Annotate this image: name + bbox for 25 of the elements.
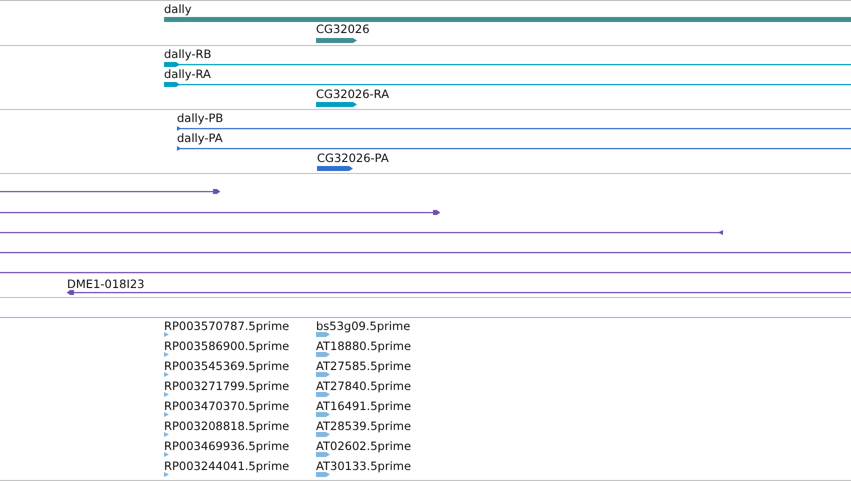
feature-label: AT18880.5prime bbox=[316, 339, 412, 353]
feature-label: RP003586900.5prime bbox=[164, 339, 290, 353]
feature-label: AT28539.5prime bbox=[316, 419, 412, 433]
feature-label: AT16491.5prime bbox=[316, 399, 412, 413]
feature-label: bs53g09.5prime bbox=[316, 319, 410, 333]
feature-label: dally-RB bbox=[164, 47, 212, 61]
feature-label: AT27585.5prime bbox=[316, 359, 412, 373]
feature-label: RP003545369.5prime bbox=[164, 359, 290, 373]
feature-label: RP003570787.5prime bbox=[164, 319, 290, 333]
feature-label: RP003470370.5prime bbox=[164, 399, 290, 413]
feature-label: CG32026-PA bbox=[317, 151, 389, 165]
feature-label: AT30133.5prime bbox=[316, 459, 412, 473]
feature-label: DME1-018I23 bbox=[67, 277, 144, 291]
feature-label: CG32026 bbox=[316, 22, 370, 36]
feature-label: RP003469936.5prime bbox=[164, 439, 290, 453]
feature-label: RP003271799.5prime bbox=[164, 379, 290, 393]
feature-label: RP003208818.5prime bbox=[164, 419, 290, 433]
feature-label: dally-RA bbox=[164, 67, 211, 81]
feature-label: dally-PB bbox=[177, 111, 224, 125]
feature-label: dally-PA bbox=[177, 131, 223, 145]
feature-label: dally bbox=[164, 2, 192, 16]
feature-label: AT02602.5prime bbox=[316, 439, 412, 453]
feature-label: CG32026-RA bbox=[316, 87, 390, 101]
feature-label: RP003244041.5prime bbox=[164, 459, 290, 473]
feature-label: AT27840.5prime bbox=[316, 379, 412, 393]
